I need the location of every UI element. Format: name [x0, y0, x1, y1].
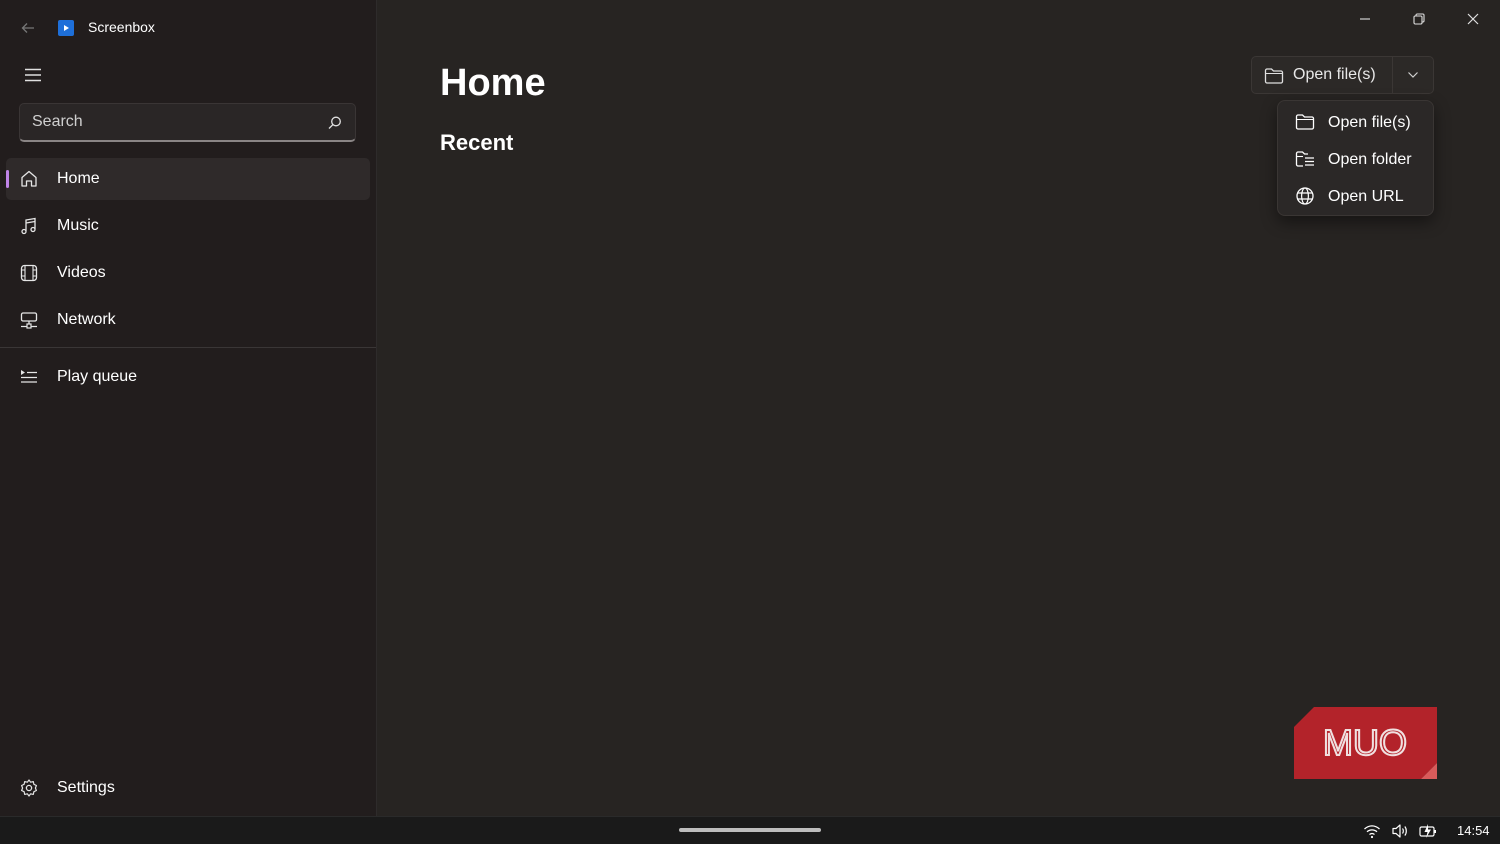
- menu-item-open-folder[interactable]: Open folder: [1282, 142, 1430, 176]
- network-icon: [20, 312, 38, 329]
- open-split-button: Open file(s): [1251, 56, 1434, 94]
- nav-item-home[interactable]: Home: [6, 158, 370, 200]
- folder-list-icon: [1295, 151, 1314, 167]
- app-play-icon: [58, 20, 74, 36]
- gear-icon: [21, 779, 37, 797]
- nav-item-network[interactable]: Network: [6, 299, 370, 341]
- search-box: [19, 103, 356, 142]
- nav-label-music: Music: [57, 217, 99, 234]
- back-arrow-icon: [21, 23, 34, 33]
- window-controls: [1338, 0, 1500, 40]
- minimize-icon: [1360, 18, 1370, 20]
- taskbar-clock[interactable]: 14:54: [1457, 823, 1490, 838]
- nav-label-videos: Videos: [57, 264, 106, 281]
- globe-icon: [1296, 187, 1314, 205]
- app-window: Screenbox Home: [0, 0, 1500, 816]
- open-files-label: Open file(s): [1293, 66, 1376, 83]
- section-title-recent: Recent: [440, 130, 514, 155]
- nav-item-music[interactable]: Music: [6, 205, 370, 247]
- menu-item-open-files[interactable]: Open file(s): [1282, 105, 1430, 139]
- home-indicator-bar[interactable]: [679, 828, 821, 832]
- restore-button[interactable]: [1392, 0, 1446, 38]
- folder-icon: [1264, 68, 1284, 84]
- queue-list-icon: [21, 370, 37, 383]
- menu-label-open-folder: Open folder: [1328, 151, 1412, 168]
- muo-logo-text: MUO: [1323, 722, 1407, 763]
- open-dropdown-button[interactable]: [1393, 57, 1433, 93]
- restore-icon: [1413, 13, 1425, 25]
- page-title: Home: [440, 62, 546, 104]
- battery-charging-icon[interactable]: [1419, 822, 1437, 840]
- close-icon: [1467, 13, 1479, 25]
- menu-toggle-button[interactable]: [18, 60, 48, 90]
- film-icon: [20, 264, 38, 282]
- open-menu-flyout: Open file(s) Open folder Open URL: [1277, 100, 1434, 216]
- home-icon: [21, 170, 37, 187]
- hamburger-icon: [25, 68, 41, 82]
- minimize-button[interactable]: [1338, 0, 1392, 38]
- volume-icon[interactable]: [1391, 822, 1409, 840]
- menu-item-open-url[interactable]: Open URL: [1282, 179, 1430, 213]
- search-input[interactable]: [20, 104, 320, 140]
- nav-label-play-queue: Play queue: [57, 368, 138, 385]
- nav-item-settings[interactable]: Settings: [6, 767, 370, 809]
- main-content: Home Recent Open file(s) Open file(s) Op…: [377, 0, 1500, 816]
- close-button[interactable]: [1446, 0, 1500, 38]
- open-files-button[interactable]: Open file(s): [1252, 57, 1393, 93]
- chevron-down-icon: [1408, 72, 1418, 78]
- nav-item-play-queue[interactable]: Play queue: [6, 356, 370, 398]
- app-title: Screenbox: [88, 19, 155, 35]
- wifi-icon[interactable]: [1363, 822, 1381, 840]
- back-button[interactable]: [14, 14, 42, 42]
- menu-label-open-url: Open URL: [1328, 188, 1404, 205]
- sidebar: Screenbox Home: [0, 0, 377, 816]
- menu-label-open-files: Open file(s): [1328, 114, 1411, 131]
- nav-item-videos[interactable]: Videos: [6, 252, 370, 294]
- muo-watermark-logo: MUO: [1294, 707, 1437, 779]
- music-note-icon: [21, 217, 36, 235]
- search-icon[interactable]: [327, 115, 343, 131]
- folder-icon: [1295, 114, 1315, 130]
- taskbar: 14:54: [0, 816, 1500, 844]
- nav-label-home: Home: [57, 170, 100, 187]
- selection-indicator: [6, 170, 9, 188]
- title-bar: Screenbox: [0, 0, 377, 56]
- sidebar-divider: [0, 347, 376, 348]
- nav-label-settings: Settings: [57, 779, 115, 796]
- nav-label-network: Network: [57, 311, 116, 328]
